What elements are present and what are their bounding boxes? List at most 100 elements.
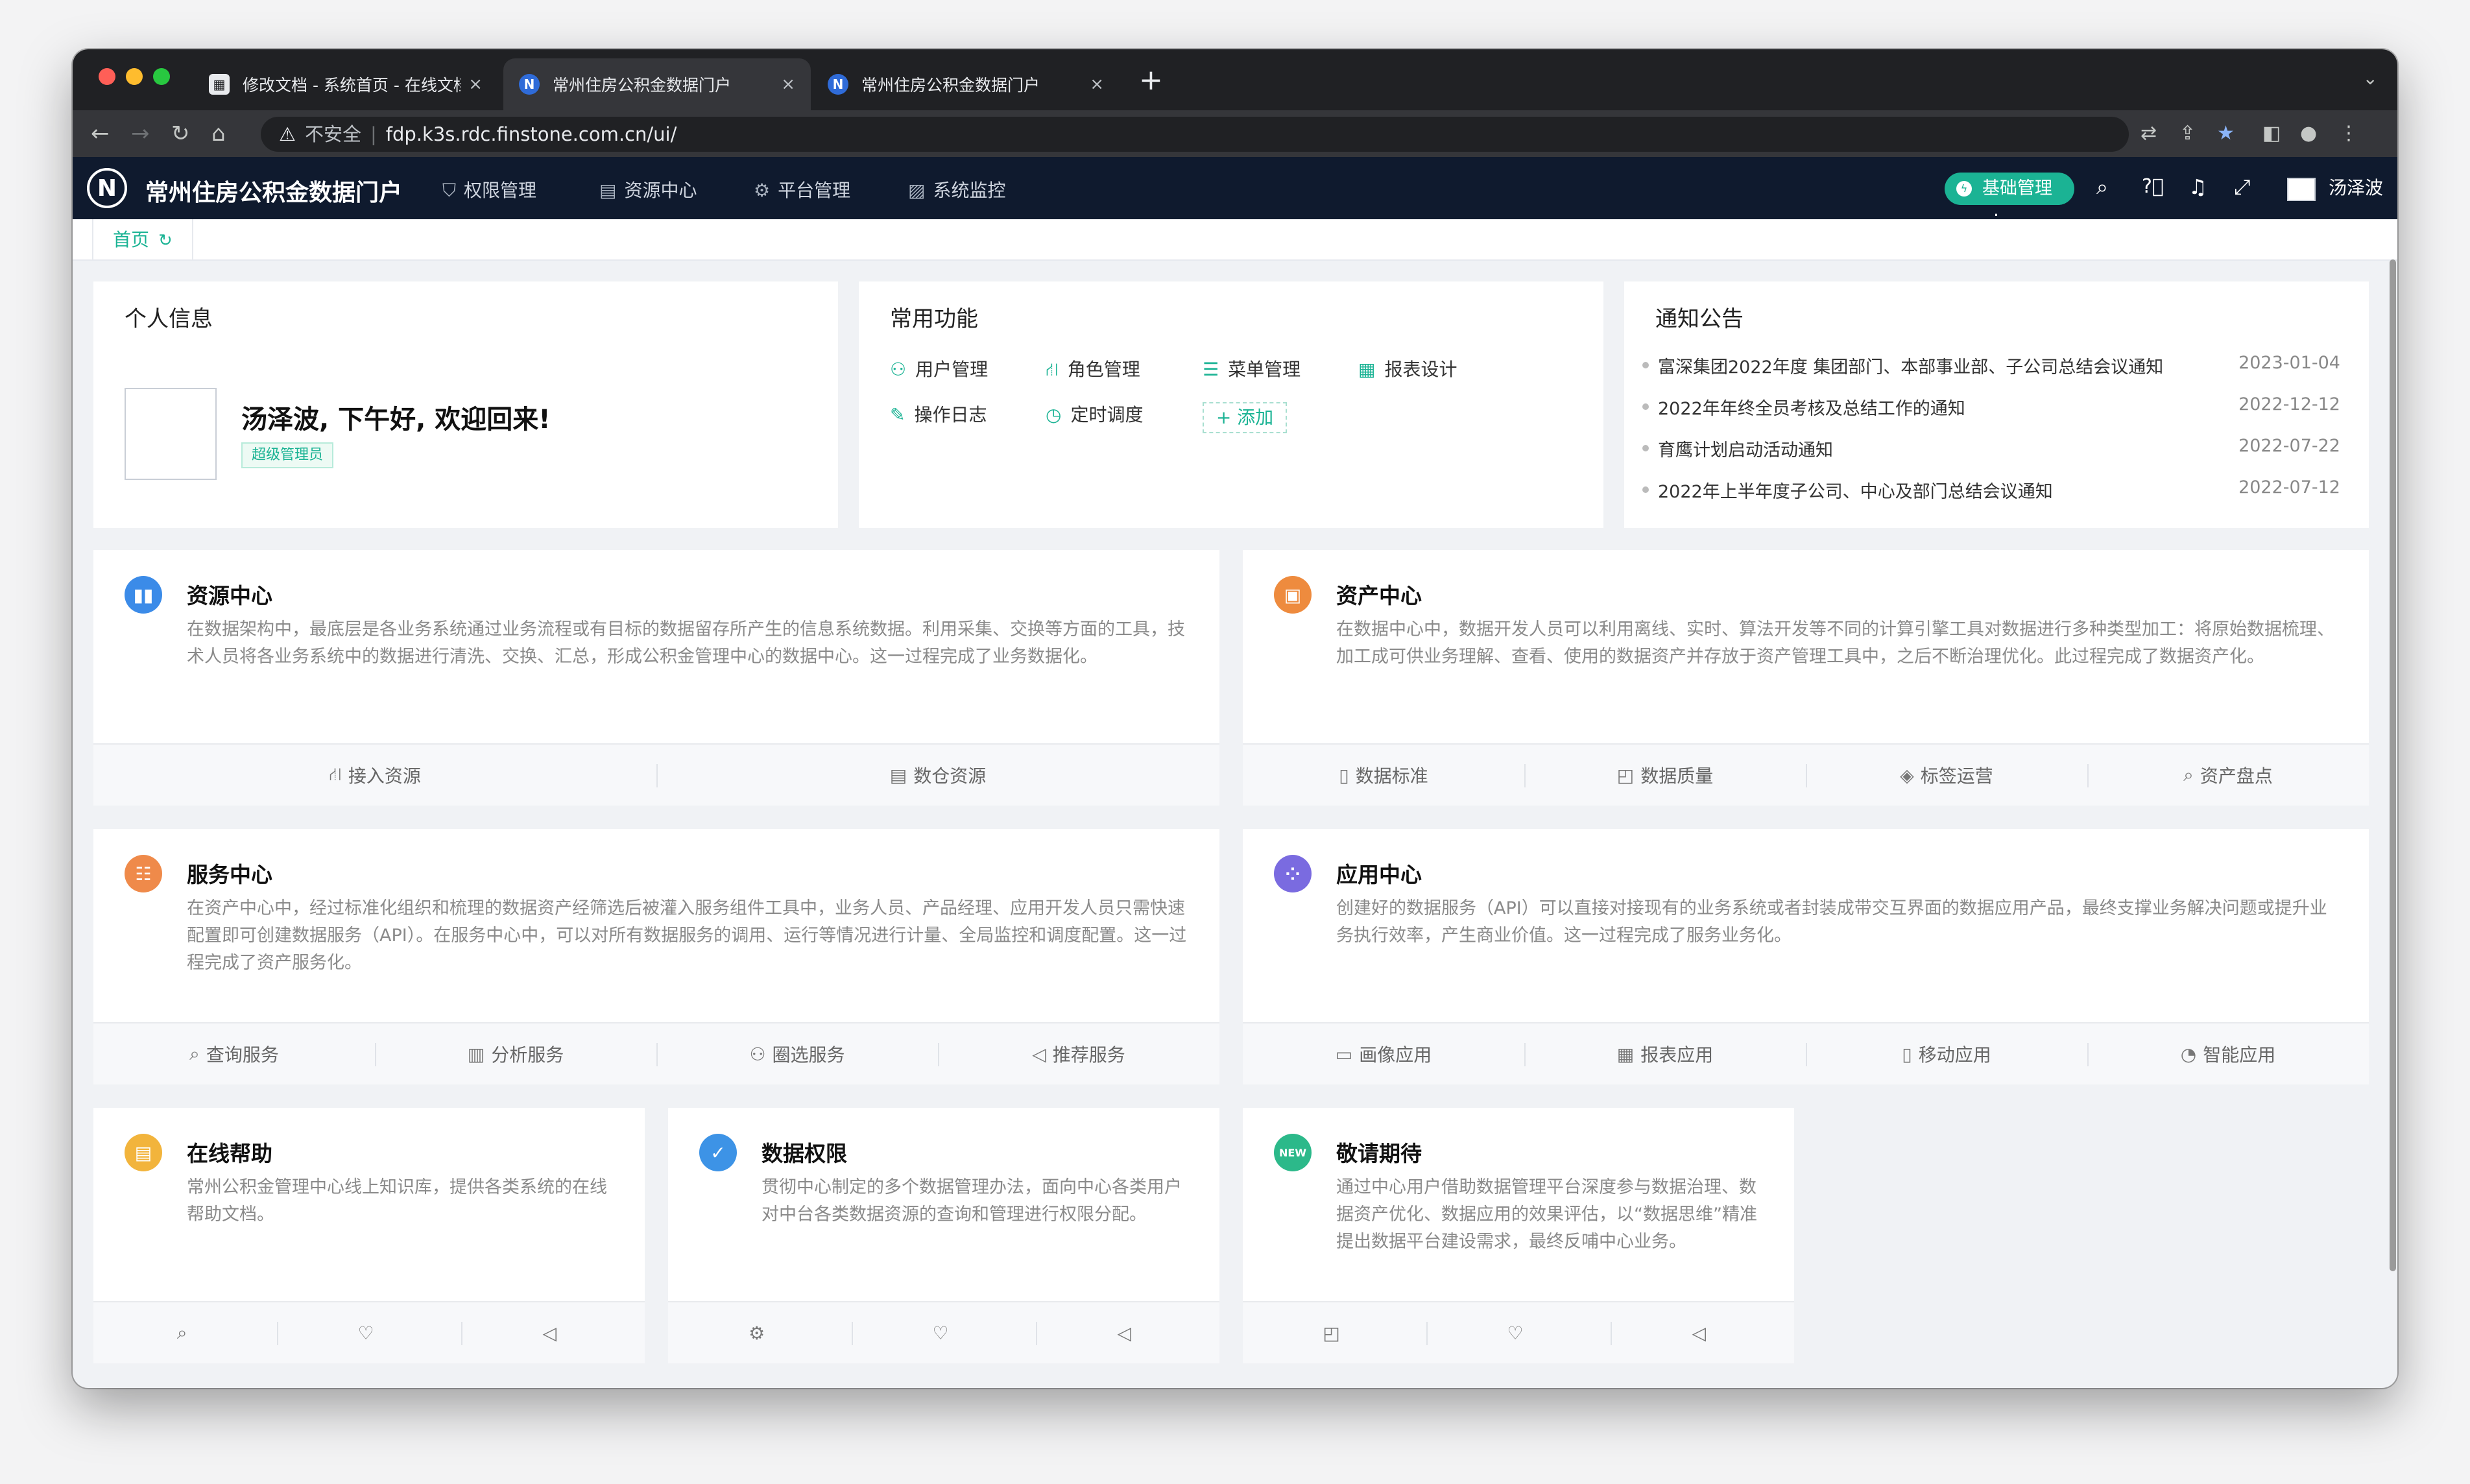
nav-platform[interactable]: ⚙ 平台管理 — [754, 176, 850, 202]
url-text: fdp.k3s.rdc.finstone.com.cn/ui/ — [385, 123, 677, 145]
notice-date: 2022-12-12 — [2238, 394, 2340, 414]
nav-permission[interactable]: ⛉ 权限管理 — [442, 176, 536, 202]
module-actions: ▯ 数据标准 ◰ 数据质量 ◈ 标签运营 ⌕ 资产盘点 — [1243, 743, 2369, 806]
add-quick-button[interactable]: + 添加 — [1203, 402, 1287, 433]
app-logo[interactable]: N — [87, 168, 127, 208]
translate-icon[interactable]: ⇄ — [2140, 122, 2157, 145]
sidebar-icon[interactable]: ◧ — [2262, 122, 2281, 145]
heart-icon: ♡ — [932, 1322, 949, 1344]
action-warehouse-resource[interactable]: ▤ 数仓资源 — [656, 745, 1219, 806]
page-scrollbar[interactable] — [2390, 259, 2396, 1271]
action-settings[interactable]: ⚙ — [668, 1302, 852, 1363]
base-management-button[interactable]: ϟ基础管理⋮ — [1945, 173, 2074, 231]
action-portrait-app[interactable]: ▭ 画像应用 — [1243, 1023, 1524, 1084]
action-announce[interactable]: ◁ — [461, 1302, 645, 1363]
notice-date: 2022-07-22 — [2238, 436, 2340, 456]
role-icon: ⛙ — [1046, 359, 1059, 380]
close-tab-icon[interactable]: × — [1090, 75, 1104, 94]
role-badge: 超级管理员 — [241, 442, 334, 468]
action-recommend-service[interactable]: ◁ 推荐服务 — [938, 1023, 1219, 1084]
refresh-icon[interactable]: ↻ — [158, 231, 173, 250]
browser-tab-3[interactable]: N 常州住房公积金数据门户 × — [812, 58, 1120, 110]
kebab-menu-icon[interactable]: ⋮ — [2339, 122, 2358, 145]
quick-scheduling[interactable]: ◷ 定时调度 — [1046, 401, 1143, 427]
card-title: 常用功能 — [890, 306, 978, 332]
module-card-resource-center: ▮▮ 资源中心 在数据架构中，最底层是各业务系统通过业务流程或有目标的数据留存所… — [93, 550, 1219, 806]
action-select-service[interactable]: ⚇ 圈选服务 — [656, 1023, 938, 1084]
greeting-text: 汤泽波, 下午好, 欢迎回来! — [241, 405, 551, 435]
module-actions: ⌕ ♡ ◁ — [93, 1301, 645, 1363]
action-mobile-app[interactable]: ▯ 移动应用 — [1806, 1023, 2087, 1084]
user-name[interactable]: 汤泽波 — [2329, 174, 2383, 200]
module-card-asset-center: ▣ 资产中心 在数据中心中，数据开发人员可以利用离线、实时、算法开发等不同的计算… — [1243, 550, 2369, 806]
action-access-resource[interactable]: ⛙ 接入资源 — [93, 745, 656, 806]
action-data-quality[interactable]: ◰ 数据质量 — [1524, 745, 1806, 806]
notice-date: 2023-01-04 — [2238, 353, 2340, 373]
action-announce[interactable]: ◁ — [1035, 1302, 1219, 1363]
close-tab-icon[interactable]: × — [781, 75, 795, 94]
module-title: 在线帮助 — [187, 1141, 272, 1166]
action-search[interactable]: ⌕ — [93, 1302, 277, 1363]
help-icon[interactable]: ?⃝ — [2142, 174, 2164, 200]
action-asset-inventory[interactable]: ⌕ 资产盘点 — [2087, 745, 2369, 806]
action-announce[interactable]: ◁ — [1610, 1302, 1794, 1363]
notice-item[interactable]: 育鹰计划启动活动通知 — [1642, 436, 1833, 461]
action-label: 标签运营 — [1920, 765, 1993, 787]
tab-strip: ▦ 修改文档 - 系统首页 - 在线文档· × N 常州住房公积金数据门户 × … — [73, 49, 2397, 110]
notice-item[interactable]: 2022年年终全员考核及总结工作的通知 — [1642, 394, 1965, 420]
lightning-icon: ϟ — [1956, 181, 1972, 197]
nav-monitor[interactable]: ▨ 系统监控 — [908, 176, 1005, 202]
quick-role-management[interactable]: ⛙ 角色管理 — [1046, 355, 1140, 383]
reload-icon[interactable]: ↻ — [171, 119, 190, 148]
back-icon[interactable]: ← — [91, 119, 110, 148]
edit-icon: ✎ — [890, 404, 905, 425]
quick-user-management[interactable]: ⚇ 用户管理 — [890, 355, 988, 381]
bell-icon[interactable]: ♫ — [2188, 174, 2207, 200]
bookmark-star-icon[interactable]: ★ — [2217, 122, 2235, 145]
close-tab-icon[interactable]: × — [468, 75, 483, 94]
nav-resources[interactable]: ▤ 资源中心 — [599, 176, 697, 202]
action-query-service[interactable]: ⌕ 查询服务 — [93, 1023, 375, 1084]
quick-menu-management[interactable]: ☰ 菜单管理 — [1203, 355, 1301, 381]
search-icon: ⌕ — [176, 1322, 187, 1343]
heart-icon: ♡ — [1507, 1322, 1524, 1344]
share-icon[interactable]: ⇪ — [2179, 122, 2196, 145]
notice-item[interactable]: 2022年上半年度子公司、中心及部门总结会议通知 — [1642, 477, 2053, 503]
module-card-application-center: ⁘ 应用中心 创建好的数据服务（API）可以直接对接现有的业务系统或者封装成带交… — [1243, 829, 2369, 1084]
module-desc: 在数据中心中，数据开发人员可以利用离线、实时、算法开发等不同的计算引擎工具对数据… — [1336, 619, 2334, 667]
warning-icon: ⚠ — [279, 123, 296, 145]
tab-search-chevron-icon[interactable]: ⌄ — [2363, 67, 2378, 89]
fullscreen-icon[interactable]: ⤢ — [2234, 174, 2251, 200]
breadcrumb-home-tab[interactable]: 首页 ↻ — [92, 219, 193, 261]
browser-tab-1[interactable]: ▦ 修改文档 - 系统首页 - 在线文档· × — [193, 58, 498, 110]
profile-icon[interactable]: ● — [2300, 122, 2317, 145]
action-tag-ops[interactable]: ◈ 标签运营 — [1806, 745, 2087, 806]
action-analysis-service[interactable]: ▥ 分析服务 — [375, 1023, 656, 1084]
action-label: 推荐服务 — [1052, 1044, 1125, 1066]
avatar[interactable] — [2287, 178, 2316, 201]
action-label: 数仓资源 — [913, 765, 987, 787]
notice-item[interactable]: 富深集团2022年度 集团部门、本部事业部、子公司总结会议通知 — [1642, 353, 2163, 378]
new-tab-button[interactable]: + — [1139, 64, 1163, 97]
module-title: 敬请期待 — [1336, 1141, 1422, 1166]
action-favorite[interactable]: ♡ — [1426, 1302, 1610, 1363]
close-window-button[interactable] — [99, 68, 115, 85]
doc-icon: ▤ — [599, 180, 617, 201]
action-label: 接入资源 — [348, 765, 421, 787]
action-favorite[interactable]: ♡ — [277, 1302, 461, 1363]
browser-tab-2-active[interactable]: N 常州住房公积金数据门户 × — [503, 58, 811, 110]
quick-report-design[interactable]: ▦ 报表设计 — [1358, 355, 1457, 381]
action-favorite[interactable]: ♡ — [852, 1302, 1035, 1363]
home-icon[interactable]: ⌂ — [211, 119, 226, 148]
quick-operation-log[interactable]: ✎ 操作日志 — [890, 401, 987, 427]
maximize-window-button[interactable] — [153, 68, 170, 85]
forward-icon[interactable]: → — [131, 119, 150, 148]
quick-functions-card: 常用功能 ⚇ 用户管理 ⛙ 角色管理 ☰ 菜单管理 ▦ 报表设计 ✎ 操作日志 ◷ 定时调度… — [859, 281, 1603, 528]
address-field[interactable]: ⚠ 不安全 | fdp.k3s.rdc.finstone.com.cn/ui/ — [261, 117, 2129, 152]
minimize-window-button[interactable] — [126, 68, 143, 85]
action-smart-app[interactable]: ◔ 智能应用 — [2087, 1023, 2369, 1084]
action-data-standard[interactable]: ▯ 数据标准 — [1243, 745, 1524, 806]
action-report-app[interactable]: ▦ 报表应用 — [1524, 1023, 1806, 1084]
action-audit[interactable]: ◰ — [1243, 1302, 1426, 1363]
search-icon[interactable]: ⌕ — [2096, 174, 2108, 200]
